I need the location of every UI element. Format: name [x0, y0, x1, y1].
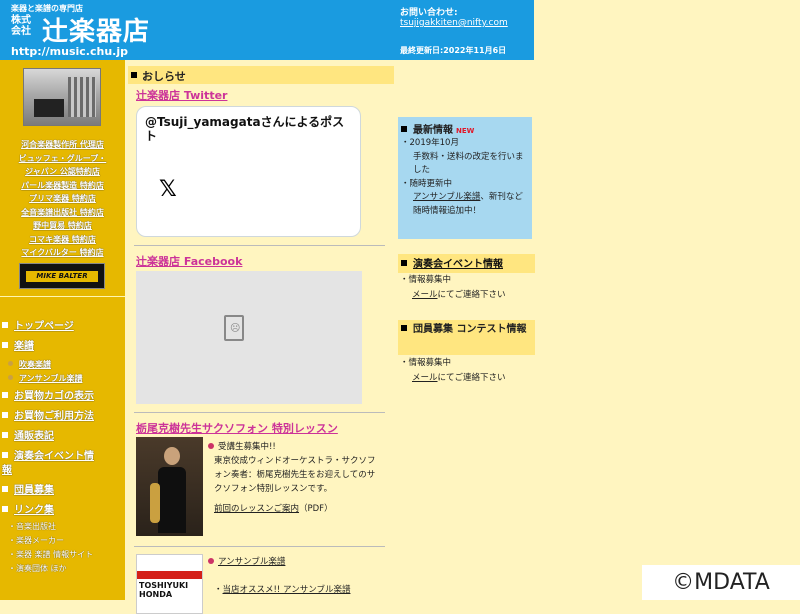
dealer-link-kawai[interactable]: 河合楽器製作所 代理店: [0, 138, 125, 152]
lesson-status: 受講生募集中!!: [208, 442, 276, 452]
news-sub: ・随時更新中: [401, 178, 453, 189]
lesson-description: 東京佼成ウィンドオーケストラ・サクソフォン奏者：栃尾克樹先生をお迎えしてのサクソ…: [214, 456, 376, 494]
divider: [134, 245, 385, 246]
ensemble-link[interactable]: アンサンブル楽譜: [218, 557, 285, 567]
dealer-link-nonaka[interactable]: 野中貿易 特約店: [0, 219, 125, 233]
divider: [134, 546, 385, 547]
site-url: http://music.chu.jp: [11, 45, 128, 58]
square-bullet-icon: [2, 342, 8, 348]
nav-top-page[interactable]: トップページ: [2, 320, 123, 334]
dealer-list: 河合楽器製作所 代理店 ビュッフェ・グループ・ ジャパン 公認特約店 パール楽器…: [0, 138, 125, 260]
news-header: 最新情報 NEW: [401, 121, 474, 136]
mike-balter-logo[interactable]: MIKE BALTER: [19, 263, 105, 289]
dealer-link-prima[interactable]: プリマ楽器 特約店: [0, 192, 125, 206]
link-item: ・楽器メーカー: [8, 536, 64, 545]
notice-header: おしらせ: [128, 66, 394, 84]
divider: [134, 412, 385, 413]
dealer-link-buffet-2[interactable]: ジャパン 公認特約店: [0, 165, 125, 179]
square-bullet-icon: [2, 506, 8, 512]
square-bullet-icon: [401, 260, 407, 266]
link-item: ・演奏団体 ほか: [8, 564, 67, 573]
contact-label: お問い合わせ:: [400, 8, 458, 18]
ensemble-details: アンサンブル楽譜 ・当店オススメ!! アンサンブル楽譜: [208, 555, 378, 597]
twitter-embed-card[interactable]: @Tsuji_yamagataさんによるポスト 𝕏: [136, 106, 361, 237]
member-info-header: 団員募集 コンテスト情報: [398, 320, 535, 355]
kaisha-label: 会社: [11, 26, 31, 37]
new-badge: NEW: [456, 127, 475, 135]
sad-face-icon: ☹: [230, 323, 241, 334]
last-updated: 最終更新日:2022年11月6日: [400, 46, 507, 55]
ensemble-score-cover[interactable]: TOSHIYUKI HONDA: [136, 554, 203, 614]
member-mail-link[interactable]: メール: [412, 373, 438, 383]
news-ensemble-link[interactable]: アンサンブル楽譜: [413, 192, 480, 202]
event-info-header: 演奏会イベント情報: [398, 254, 535, 273]
square-bullet-icon: [401, 325, 407, 331]
circle-bullet-icon: [8, 361, 13, 366]
facebook-link[interactable]: 辻楽器店 Facebook: [136, 253, 242, 269]
event-mail-link[interactable]: メール: [412, 290, 438, 300]
twitter-link[interactable]: 辻楽器店 Twitter: [136, 87, 227, 103]
dealer-link-mike-balter[interactable]: マイクバルター 特約店: [0, 246, 125, 260]
nav-sub-ensemble[interactable]: アンサンブル楽譜: [2, 372, 123, 386]
event-status: ・情報募集中: [400, 275, 452, 285]
kabushiki-label: 株式: [11, 15, 31, 26]
sidebar-divider: [0, 296, 125, 297]
square-bullet-icon: [401, 126, 407, 132]
square-bullet-icon: [2, 486, 8, 492]
watermark: ©MDATA: [642, 565, 800, 600]
site-header: 楽器と楽譜の専門店 株式 会社 辻楽器店 http://music.chu.jp…: [0, 0, 534, 60]
pdf-label: （PDF）: [299, 504, 333, 514]
sidebar-nav: トップページ 楽譜 吹奏楽譜 アンサンブル楽譜 お買物カゴの表示 お買物ご利用方…: [2, 320, 123, 576]
nav-sub-suisou[interactable]: 吹奏楽譜: [2, 358, 123, 372]
news-item: アンサンブル楽譜、新刊など随時情報追加中！: [413, 192, 523, 216]
ensemble-recommend-link[interactable]: 当店オススメ!! アンサンブル楽譜: [223, 585, 351, 595]
notice-title: おしらせ: [142, 70, 186, 83]
contact-email-link[interactable]: tsujigakkiten@nifty.com: [400, 18, 508, 28]
twitter-handle: @Tsuji_yamagataさんによるポスト: [145, 115, 345, 143]
dealer-link-pearl[interactable]: パール楽器製造 特約店: [0, 179, 125, 193]
news-box: 最新情報 NEW ・2019年10月 手数料・送料の改定を行いました ・随時更新中…: [398, 117, 532, 239]
saxophone-teacher-photo: [136, 437, 203, 536]
square-bullet-icon: [131, 72, 137, 78]
nav-member[interactable]: 団員募集: [2, 484, 123, 498]
cover-text-line1: TOSHIYUKI: [139, 581, 189, 590]
link-item: ・音楽出版社: [8, 522, 56, 531]
event-info-body: ・情報募集中 メールにてご連絡下さい: [400, 275, 506, 300]
left-sidebar: 河合楽器製作所 代理店 ビュッフェ・グループ・ ジャパン 公認特約店 パール楽器…: [0, 60, 125, 600]
lesson-details: 受講生募集中!! 東京佼成ウィンドオーケストラ・サクソフォン奏者：栃尾克樹先生を…: [208, 440, 378, 516]
dealer-link-komaki[interactable]: コマキ楽器 特約店: [0, 233, 125, 247]
member-status: ・情報募集中: [400, 358, 452, 368]
member-info-title: 団員募集 コンテスト情報: [413, 324, 527, 335]
nav-event[interactable]: 演奏会イベント情報: [2, 450, 123, 478]
nav-gakufu[interactable]: 楽譜: [2, 340, 123, 354]
mike-balter-logo-text: MIKE BALTER: [26, 271, 98, 282]
store-photo: [23, 68, 101, 126]
shop-name-logo[interactable]: 辻楽器店: [42, 11, 150, 48]
nav-links[interactable]: リンク集: [2, 504, 123, 518]
square-bullet-icon: [2, 322, 8, 328]
x-logo-icon: 𝕏: [159, 177, 177, 202]
event-info-link[interactable]: 演奏会イベント情報: [413, 259, 503, 270]
cover-text-line2: HONDA: [139, 590, 173, 599]
nav-tsuhan[interactable]: 通販表記: [2, 430, 123, 444]
news-date: ・2019年10月: [401, 138, 459, 148]
square-bullet-icon: [2, 392, 8, 398]
news-item: 手数料・送料の改定を行いました: [413, 151, 524, 176]
nav-guide[interactable]: お買物ご利用方法: [2, 410, 123, 424]
dealer-link-buffet-1[interactable]: ビュッフェ・グループ・: [0, 152, 125, 166]
dealer-link-zen-on[interactable]: 全音楽譜出版社 特約店: [0, 206, 125, 220]
member-info-body: ・情報募集中 メールにてご連絡下さい: [400, 358, 506, 383]
facebook-embed-placeholder[interactable]: ☹: [136, 271, 362, 404]
sax-lesson-link[interactable]: 栃尾克樹先生サクソフォン 特別レッスン: [136, 420, 338, 436]
bullet-dot-icon: [208, 558, 214, 564]
link-item: ・楽器 楽譜 情報サイト: [8, 550, 94, 559]
nav-cart[interactable]: お買物カゴの表示: [2, 390, 123, 404]
square-bullet-icon: [2, 452, 8, 458]
square-bullet-icon: [2, 432, 8, 438]
lesson-guide-link[interactable]: 前回のレッスンご案内: [214, 504, 299, 514]
news-body: ・2019年10月 手数料・送料の改定を行いました ・随時更新中 アンサンブル楽…: [401, 137, 531, 218]
bullet-dot-icon: [208, 443, 214, 449]
circle-bullet-icon: [8, 375, 13, 380]
square-bullet-icon: [2, 412, 8, 418]
